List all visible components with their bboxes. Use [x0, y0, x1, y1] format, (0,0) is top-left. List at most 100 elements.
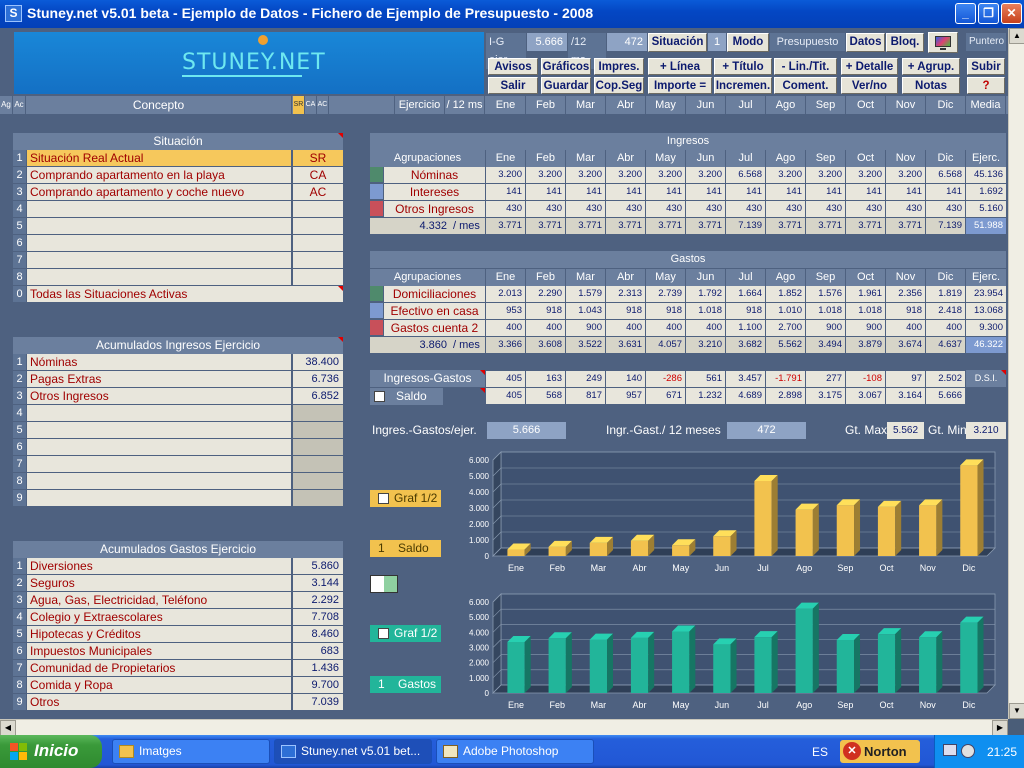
cell-value[interactable]: 1.819	[926, 286, 965, 302]
maximize-button[interactable]: ❐	[978, 3, 999, 24]
cell-value[interactable]: 918	[526, 303, 565, 319]
cell-value[interactable]: 430	[606, 201, 645, 217]
subir-button[interactable]: Subir	[967, 58, 1005, 75]
cell-value[interactable]: 141	[566, 184, 605, 200]
cell-value[interactable]: 1.579	[566, 286, 605, 302]
cell-value[interactable]: 430	[926, 201, 965, 217]
horizontal-scrollbar[interactable]: ◀ ▶	[0, 719, 1008, 736]
list-item[interactable]: 3 Comprando apartamento y coche nuevo AC	[13, 184, 343, 201]
group-color-swatch[interactable]	[370, 303, 383, 318]
cell-value[interactable]: 2.700	[766, 320, 805, 336]
guardar-button[interactable]: Guardar	[541, 77, 591, 94]
cell-value[interactable]: 6.568	[726, 167, 765, 183]
list-item[interactable]: 1 Nóminas 38.400	[13, 354, 343, 371]
cell-value[interactable]: 141	[806, 184, 845, 200]
task-photoshop[interactable]: Adobe Photoshop	[436, 739, 594, 764]
list-item[interactable]: 4	[13, 405, 343, 422]
group-color-swatch[interactable]	[370, 320, 383, 335]
list-item[interactable]: 8	[13, 269, 343, 286]
cell-value[interactable]: 141	[846, 184, 885, 200]
cell-value[interactable]: 2.313	[606, 286, 645, 302]
cell-value[interactable]: 3.200	[646, 167, 685, 183]
cell-value[interactable]: 430	[846, 201, 885, 217]
incremen-button[interactable]: Incremen.	[714, 77, 772, 94]
cell-value[interactable]: 1.576	[806, 286, 845, 302]
cell-value[interactable]: 141	[486, 184, 525, 200]
group-name[interactable]: Gastos cuenta 2	[384, 320, 485, 336]
cell-value[interactable]: 141	[526, 184, 565, 200]
importe-button[interactable]: Importe =	[648, 77, 712, 94]
cell-value[interactable]: 1.018	[846, 303, 885, 319]
cell-value[interactable]: 430	[726, 201, 765, 217]
datos-button[interactable]: Datos	[846, 33, 885, 52]
graficos-button[interactable]: Gráficos	[541, 58, 591, 75]
cell-value[interactable]: 2.418	[926, 303, 965, 319]
cell-value[interactable]: 3.200	[806, 167, 845, 183]
cell-value[interactable]: 918	[886, 303, 925, 319]
cell-value[interactable]: 430	[886, 201, 925, 217]
bloq-button[interactable]: Bloq.	[886, 33, 924, 52]
cell-value[interactable]: 141	[766, 184, 805, 200]
list-item[interactable]: 8 Comida y Ropa 9.700	[13, 677, 343, 694]
cell-value[interactable]: 900	[566, 320, 605, 336]
vertical-scrollbar[interactable]: ▲ ▼	[1008, 28, 1024, 719]
cell-value[interactable]: 918	[726, 303, 765, 319]
list-item[interactable]: 5	[13, 218, 343, 235]
modo-button[interactable]: Modo	[727, 33, 769, 52]
cell-value[interactable]: 1.010	[766, 303, 805, 319]
scroll-right-icon[interactable]: ▶	[992, 720, 1008, 736]
cell-value[interactable]: 3.200	[686, 167, 725, 183]
cell-value[interactable]: 1.664	[726, 286, 765, 302]
cell-value[interactable]: 430	[646, 201, 685, 217]
list-item[interactable]: 4	[13, 201, 343, 218]
list-item[interactable]: 6 Impuestos Municipales 683	[13, 643, 343, 660]
gastos-chart-button[interactable]: 1 Gastos	[370, 676, 441, 693]
detalle-button[interactable]: + Detalle	[841, 58, 898, 75]
verno-button[interactable]: Ver/no	[841, 77, 898, 94]
cell-value[interactable]: 918	[646, 303, 685, 319]
cell-value[interactable]: 1.018	[806, 303, 845, 319]
cell-value[interactable]: 141	[886, 184, 925, 200]
cell-value[interactable]: 1.100	[726, 320, 765, 336]
scroll-down-icon[interactable]: ▼	[1009, 703, 1024, 719]
list-item[interactable]: 5 Hipotecas y Créditos 8.460	[13, 626, 343, 643]
cell-value[interactable]: 1.043	[566, 303, 605, 319]
situacion-button[interactable]: Situación	[648, 33, 707, 52]
list-item[interactable]: 6	[13, 235, 343, 252]
group-name[interactable]: Otros Ingresos	[384, 201, 485, 217]
graf2-checkbox[interactable]	[378, 628, 389, 639]
cell-value[interactable]: 2.739	[646, 286, 685, 302]
saldo-chart-button[interactable]: 1 Saldo	[370, 540, 441, 557]
cell-value[interactable]: 430	[806, 201, 845, 217]
cell-value[interactable]: 400	[606, 320, 645, 336]
group-name[interactable]: Domiciliaciones	[384, 286, 485, 302]
cell-value[interactable]: 3.200	[846, 167, 885, 183]
list-item[interactable]: 1 Diversiones 5.860	[13, 558, 343, 575]
cell-value[interactable]: 2.356	[886, 286, 925, 302]
cell-value[interactable]: 400	[886, 320, 925, 336]
task-imatges[interactable]: Imatges	[112, 739, 270, 764]
scroll-up-icon[interactable]: ▲	[1009, 28, 1024, 44]
monitor-icon[interactable]	[928, 32, 958, 53]
cell-value[interactable]: 400	[926, 320, 965, 336]
minimize-button[interactable]: _	[955, 3, 976, 24]
group-color-swatch[interactable]	[370, 286, 383, 301]
impres-button[interactable]: Impres.	[594, 58, 644, 75]
cell-value[interactable]: 1.792	[686, 286, 725, 302]
cell-value[interactable]: 430	[486, 201, 525, 217]
close-button[interactable]: ✕	[1001, 3, 1022, 24]
language-indicator[interactable]: ES	[812, 745, 828, 759]
avisos-button[interactable]: Avisos	[488, 58, 538, 75]
list-item[interactable]: 2 Seguros 3.144	[13, 575, 343, 592]
cell-value[interactable]: 141	[726, 184, 765, 200]
cell-value[interactable]: 3.200	[886, 167, 925, 183]
cell-value[interactable]: 400	[646, 320, 685, 336]
list-item[interactable]: 8	[13, 473, 343, 490]
cell-value[interactable]: 430	[566, 201, 605, 217]
cell-value[interactable]: 953	[486, 303, 525, 319]
cell-value[interactable]: 141	[686, 184, 725, 200]
lintit-button[interactable]: - Lin./Tit.	[774, 58, 837, 75]
all-situations-row[interactable]: 0 Todas las Situaciones Activas	[13, 286, 343, 303]
list-item[interactable]: 2 Pagas Extras 6.736	[13, 371, 343, 388]
linea-button[interactable]: + Línea	[648, 58, 712, 75]
